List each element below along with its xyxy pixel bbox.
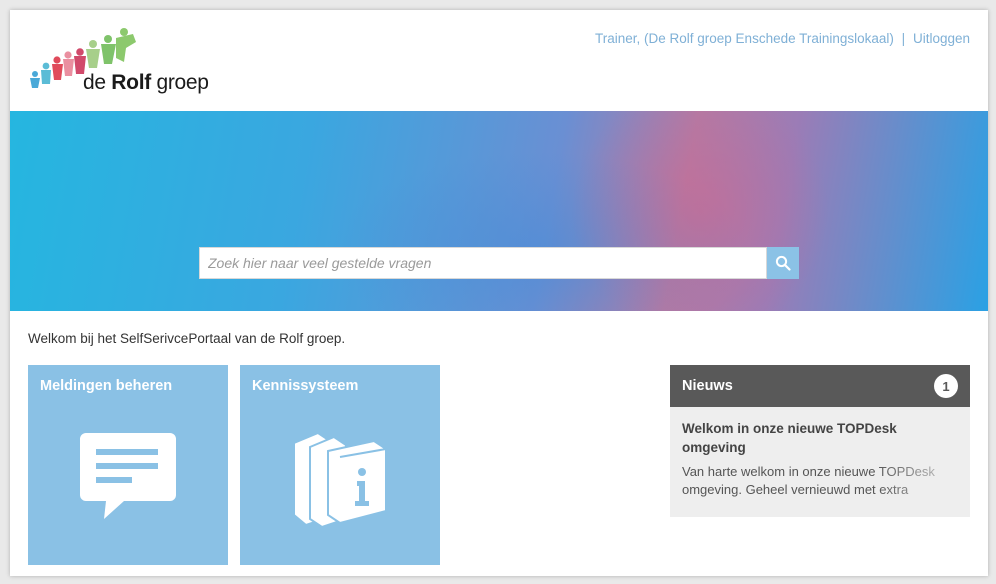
tile-meldingen-beheren[interactable]: Meldingen beheren [28,365,228,565]
logo-wordmark: de Rolf groep [83,71,209,94]
books-info-icon [293,431,387,527]
logout-link[interactable]: Uitloggen [913,31,970,46]
search-input[interactable] [199,247,767,279]
news-panel: Nieuws 1 Welkom in onze nieuwe TOPDesk o… [670,365,970,517]
user-links: Trainer, (De Rolf groep Enschede Trainin… [595,31,970,46]
news-item-title[interactable]: Welkom in onze nieuwe TOPDesk omgeving [682,419,942,457]
user-profile-link[interactable]: Trainer, (De Rolf groep Enschede Trainin… [595,31,894,46]
hero-banner [10,111,988,311]
search-icon [775,255,791,271]
news-count-badge: 1 [934,374,958,398]
search-bar [199,247,799,279]
separator: | [901,31,906,46]
portal-frame: de Rolf groep Trainer, (De Rolf groep En… [10,10,988,576]
tile-title: Kennissysteem [252,378,359,394]
tile-kennissysteem[interactable]: Kennissysteem [240,365,440,565]
tile-title: Meldingen beheren [40,378,173,394]
news-item[interactable]: Welkom in onze nieuwe TOPDesk omgeving V… [670,407,970,517]
news-title: Nieuws [682,378,733,394]
news-item-text: Van harte welkom in onze nieuwe TOPDesk … [682,464,935,497]
chat-bubble-icon [80,433,176,519]
news-header: Nieuws 1 [670,365,970,407]
logo[interactable]: de Rolf groep [26,22,226,102]
welcome-text: Welkom bij het SelfSerivcePortaal van de… [28,331,346,346]
header: de Rolf groep Trainer, (De Rolf groep En… [10,10,988,111]
search-button[interactable] [767,247,799,279]
